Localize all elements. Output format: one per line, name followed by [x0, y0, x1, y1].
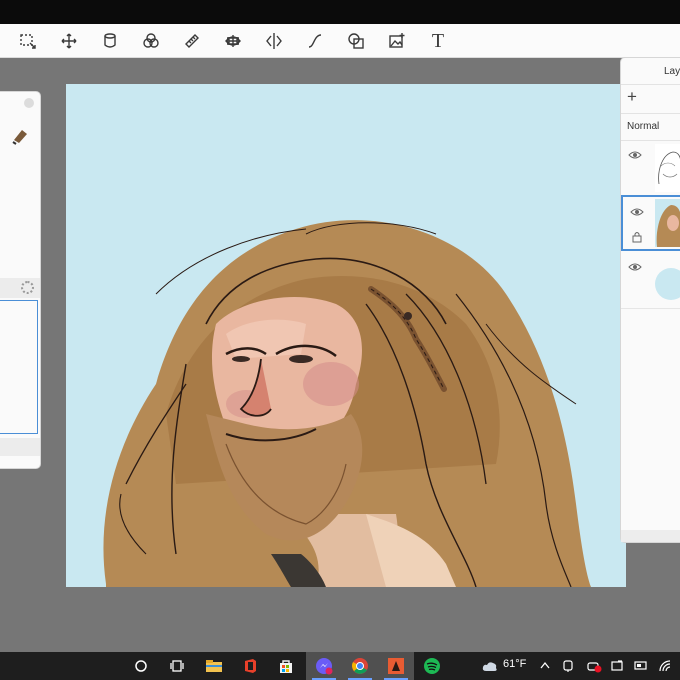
- drawing-canvas[interactable]: [66, 84, 626, 587]
- fill-tool-button[interactable]: [98, 29, 122, 53]
- chrome-icon: [352, 658, 368, 674]
- lock-icon[interactable]: [632, 231, 642, 243]
- layer-row-sketch[interactable]: [621, 140, 680, 197]
- grid-sphere-icon: [225, 35, 241, 47]
- task-view-icon: [170, 660, 184, 672]
- search-circle-icon: [135, 660, 147, 672]
- taskbar-messenger[interactable]: [306, 652, 342, 680]
- add-image-icon: [389, 33, 405, 48]
- move-arrows-icon: [61, 33, 77, 49]
- taskbar-file-explorer[interactable]: [196, 652, 232, 680]
- symmetry-tool-button[interactable]: [262, 29, 286, 53]
- layer-row-background[interactable]: [621, 252, 680, 309]
- panel-close-dot[interactable]: [24, 98, 34, 108]
- office-icon: [245, 659, 256, 673]
- text-tool-label: T: [431, 30, 445, 52]
- taskbar-office[interactable]: [232, 652, 268, 680]
- eye-icon[interactable]: [630, 207, 644, 217]
- network-icon[interactable]: [610, 659, 624, 673]
- layer-thumbnail: [655, 199, 680, 247]
- wifi-icon[interactable]: [658, 659, 672, 673]
- taskbar-chrome[interactable]: [342, 652, 378, 680]
- text-tool-button[interactable]: T: [426, 29, 450, 53]
- weather-temperature[interactable]: 61°F: [503, 658, 526, 670]
- layer-thumbnail: [655, 256, 680, 304]
- blend-mode-select[interactable]: Normal: [621, 113, 680, 141]
- portrait-artwork: [103, 220, 591, 587]
- taskbar-search-button[interactable]: [122, 652, 160, 680]
- eye-icon[interactable]: [628, 262, 642, 272]
- transform-tool-button[interactable]: [57, 29, 81, 53]
- windows-taskbar: 61°F: [0, 652, 680, 680]
- layer-thumbnail: [655, 144, 680, 192]
- taskbar-sketchbook[interactable]: [378, 652, 414, 680]
- symmetry-icon: [266, 33, 282, 49]
- top-toolbar: T: [0, 24, 680, 58]
- taskbar-task-view-button[interactable]: [160, 652, 194, 680]
- store-bag-icon: [280, 660, 292, 673]
- bucket-icon: [104, 33, 116, 48]
- chevron-up-icon[interactable]: [540, 661, 550, 669]
- volume-muted-icon[interactable]: [586, 659, 602, 673]
- selection-tool-button[interactable]: [16, 29, 40, 53]
- layers-title: Layers: [664, 66, 680, 77]
- layers-footer: [621, 530, 680, 542]
- color-adjust-tool-button[interactable]: [139, 29, 163, 53]
- brush-panel: [0, 91, 41, 469]
- taskbar-spotify[interactable]: [414, 652, 450, 680]
- spotify-icon: [424, 658, 440, 674]
- shapes-icon: [348, 33, 364, 49]
- window-top-bar: [0, 0, 680, 24]
- image-tool-button[interactable]: [385, 29, 409, 53]
- blend-mode-value: Normal: [627, 121, 660, 132]
- brush-icon[interactable]: [10, 126, 30, 146]
- folder-icon: [206, 660, 222, 672]
- selected-brush-set[interactable]: [0, 300, 38, 434]
- curve-icon: [308, 34, 322, 48]
- loading-spinner-icon: [21, 281, 34, 294]
- battery-icon[interactable]: [634, 661, 648, 671]
- meet-now-icon[interactable]: [562, 659, 574, 673]
- color-circles-icon: [143, 33, 159, 48]
- sketchbook-icon: [388, 658, 404, 674]
- taskbar-store[interactable]: [268, 652, 304, 680]
- layer-row-color[interactable]: [621, 195, 680, 251]
- curve-tool-button[interactable]: [303, 29, 327, 53]
- marquee-select-icon: [20, 34, 36, 49]
- perspective-tool-button[interactable]: [221, 29, 245, 53]
- panel-section-divider: [0, 438, 40, 456]
- cloud-icon: [482, 662, 497, 671]
- eye-icon[interactable]: [628, 150, 642, 160]
- layers-header: Layers: [621, 58, 680, 85]
- add-layer-button[interactable]: +: [627, 88, 637, 105]
- shape-tool-button[interactable]: [344, 29, 368, 53]
- panel-section-header: [0, 278, 40, 298]
- ruler-tool-button[interactable]: [180, 29, 204, 53]
- ruler-icon: [185, 34, 199, 48]
- messenger-icon: [316, 658, 333, 675]
- layers-panel: Layers + Normal: [620, 57, 680, 543]
